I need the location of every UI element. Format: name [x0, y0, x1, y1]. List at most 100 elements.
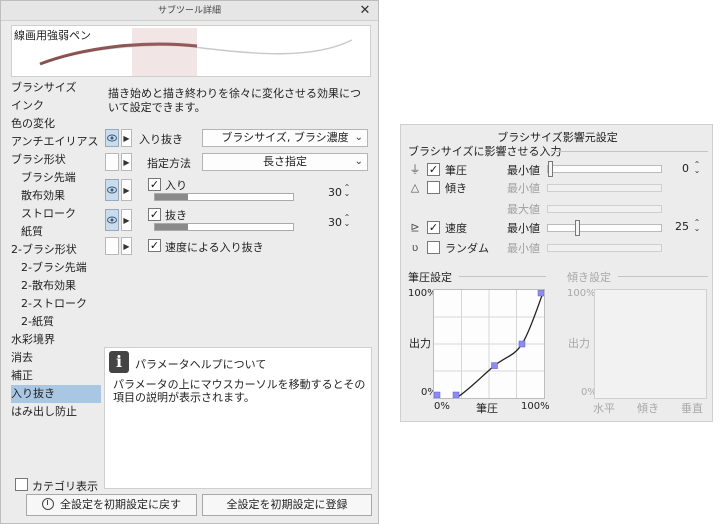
pressure-x-label: 筆圧: [476, 402, 498, 415]
category-description: 描き始めと描き終わりを徐々に変化させる効果について設定できます。: [108, 87, 361, 114]
category-item[interactable]: アンチエイリアス: [11, 133, 101, 151]
tilt-checkbox[interactable]: [427, 181, 440, 194]
category-item[interactable]: 散布効果: [11, 187, 101, 205]
entry-slider[interactable]: [154, 193, 294, 201]
category-item[interactable]: 補正: [11, 367, 101, 385]
category-item[interactable]: 2-散布効果: [11, 277, 101, 295]
expand-triangle-icon[interactable]: ▶: [121, 209, 132, 231]
entry-exit-value: ブラシサイズ, ブラシ濃度: [221, 131, 349, 144]
pressure-min-value: 0: [682, 162, 689, 175]
curve-control-point[interactable]: [452, 391, 460, 399]
register-default-button[interactable]: 全設定を初期設定に登録: [202, 494, 372, 516]
pressure-min-slider[interactable]: [547, 161, 662, 177]
pressure-curve-svg[interactable]: [433, 289, 545, 402]
method-select[interactable]: 長さ指定 ⌄: [202, 153, 368, 171]
chevron-down-icon: ⌄: [354, 156, 363, 167]
speed-checkbox[interactable]: ✓: [427, 221, 440, 234]
random-checkbox[interactable]: [427, 241, 440, 254]
exit-slider[interactable]: [154, 223, 294, 231]
pressure-curve-graph[interactable]: [433, 289, 545, 402]
brush-stroke-preview: 線画用強弱ペン: [11, 25, 371, 77]
curve-control-point[interactable]: [491, 362, 498, 369]
category-item[interactable]: はみ出し防止: [11, 403, 101, 421]
eye-icon[interactable]: [105, 129, 119, 147]
curve-control-point[interactable]: [433, 391, 441, 399]
info-icon: i: [109, 351, 129, 373]
expand-triangle-icon[interactable]: ▶: [121, 237, 132, 255]
spin-arrows-icon[interactable]: ⌃ ⌄: [343, 214, 351, 228]
speed-icon: ⊵: [410, 221, 420, 234]
eye-icon[interactable]: [105, 209, 119, 231]
pressure-label: 筆圧: [445, 164, 467, 177]
reset-icon: [42, 498, 54, 510]
help-body: パラメータの上にマウスカーソルを移動するとその項目の説明が表示されます。: [113, 378, 366, 404]
pressure-x-left: 0%: [434, 401, 450, 412]
category-item[interactable]: 消去: [11, 349, 101, 367]
category-item[interactable]: 2-ブラシ先端: [11, 259, 101, 277]
brush-size-dynamics-panel: ブラシサイズ影響元設定 ブラシサイズに影響させる入力 ⏚ ✓ 筆圧 最小値 0 …: [400, 124, 713, 422]
tilt-label: 傾き: [445, 182, 467, 195]
speed-entry-exit-label: 速度による入り抜き: [165, 241, 264, 254]
method-label: 指定方法: [147, 157, 191, 170]
affect-input-label: ブラシサイズに影響させる入力: [408, 145, 562, 158]
curve-control-point[interactable]: [537, 289, 545, 297]
pressure-graph-title: 筆圧設定: [408, 271, 452, 284]
eye-off-icon[interactable]: [105, 153, 119, 171]
category-item[interactable]: ストローク: [11, 205, 101, 223]
speed-min-slider[interactable]: [547, 220, 662, 236]
tilt-icon: △: [410, 181, 420, 194]
slider-thumb[interactable]: [575, 220, 580, 236]
exit-label: 抜き: [165, 209, 187, 222]
curve-control-point[interactable]: [518, 340, 526, 348]
entry-exit-label: 入り抜き: [139, 133, 183, 146]
tilt-curve-graph: [594, 289, 707, 399]
eye-icon[interactable]: [105, 179, 119, 201]
exit-value: 30: [328, 216, 342, 229]
category-list: ブラシサイズ インク 色の変化 アンチエイリアス ブラシ形状 ブラシ先端 散布効果 ストローク…: [11, 79, 101, 489]
spin-arrows-icon[interactable]: ⌃ ⌄: [693, 219, 701, 233]
method-row: ▶ 指定方法 長さ指定 ⌄: [104, 153, 372, 173]
speed-min-label: 最小値: [507, 222, 540, 235]
category-item[interactable]: ブラシサイズ: [11, 79, 101, 97]
close-icon[interactable]: ✕: [358, 1, 372, 21]
brush-name: 線画用強弱ペン: [14, 29, 91, 42]
eye-glyph: [107, 186, 117, 194]
tilt-x-mid: 傾き: [637, 402, 659, 415]
category-item[interactable]: インク: [11, 97, 101, 115]
chevron-down-icon: ⌄: [354, 132, 363, 143]
spin-arrows-icon[interactable]: ⌃ ⌄: [343, 184, 351, 198]
category-item[interactable]: ブラシ形状: [11, 151, 101, 169]
expand-triangle-icon[interactable]: ▶: [121, 179, 132, 201]
reset-to-default-button[interactable]: 全設定を初期設定に戻す: [26, 494, 197, 516]
tilt-max-slider: [547, 205, 662, 213]
slider-thumb[interactable]: [548, 161, 553, 177]
eye-glyph: [107, 134, 117, 142]
sub-tool-detail-panel: サブツール詳細 ✕ 線画用強弱ペン ブラシサイズ インク 色の変化 アンチエイリアスブ…: [0, 0, 379, 524]
spin-arrows-icon[interactable]: ⌃ ⌄: [693, 161, 701, 175]
category-item[interactable]: 色の変化: [11, 115, 101, 133]
eye-off-icon[interactable]: [105, 237, 119, 255]
category-item[interactable]: 2-ストローク: [11, 295, 101, 313]
tilt-min-slider: [547, 184, 662, 192]
category-item[interactable]: 水彩境界: [11, 331, 101, 349]
parameter-help-box: i パラメータヘルプについて パラメータの上にマウスカーソルを移動するとその項目…: [104, 347, 372, 489]
category-item[interactable]: 2-紙質: [11, 313, 101, 331]
speed-min-value: 25: [675, 220, 689, 233]
category-item[interactable]: ブラシ先端: [11, 169, 101, 187]
category-item[interactable]: 2-ブラシ形状: [11, 241, 101, 259]
tilt-graph-title: 傾き設定: [567, 271, 611, 284]
random-icon: ʋ: [411, 241, 419, 254]
pressure-min-label: 最小値: [507, 164, 540, 177]
category-item[interactable]: 入り抜き: [11, 385, 101, 403]
entry-slider-fill: [155, 194, 189, 200]
tilt-max-label: 最大値: [507, 203, 540, 216]
category-item[interactable]: 紙質: [11, 223, 101, 241]
expand-triangle-icon[interactable]: ▶: [121, 129, 132, 147]
expand-triangle-icon[interactable]: ▶: [121, 153, 132, 171]
exit-checkbox[interactable]: ✓: [148, 208, 161, 221]
entry-exit-select[interactable]: ブラシサイズ, ブラシ濃度 ⌄: [202, 129, 368, 147]
pressure-checkbox[interactable]: ✓: [427, 163, 440, 176]
speed-entry-exit-checkbox[interactable]: ✓: [148, 239, 161, 252]
category-display-checkbox[interactable]: [15, 478, 28, 491]
entry-checkbox[interactable]: ✓: [148, 178, 161, 191]
